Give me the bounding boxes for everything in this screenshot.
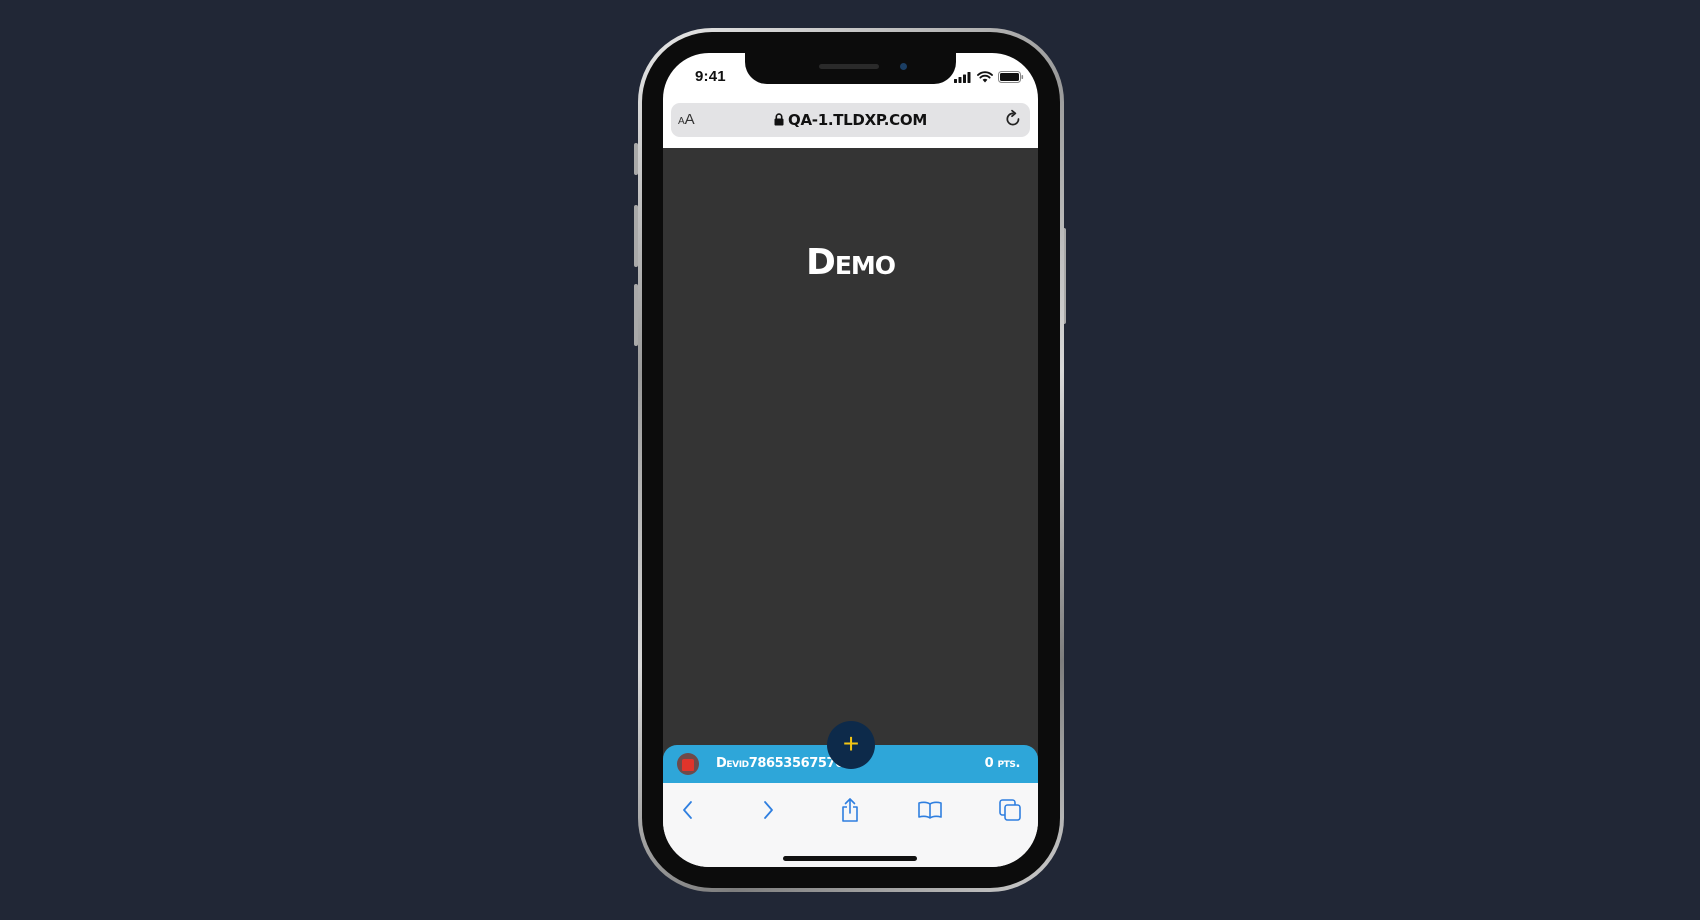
add-button[interactable]: +: [827, 721, 875, 769]
url-text: QA-1.TLDXP.COM: [788, 111, 927, 129]
page-title: Demo: [805, 242, 896, 283]
tabs-icon[interactable]: [995, 795, 1025, 825]
reload-icon[interactable]: [1003, 109, 1023, 134]
points-counter: 0 pts.: [984, 756, 1021, 771]
web-content: Demo: [663, 148, 1038, 791]
address-bar[interactable]: AA QA-1.TLDXP.COM: [671, 103, 1030, 137]
lock-icon: [774, 112, 784, 130]
username: Devid78653567570: [716, 756, 844, 771]
browser-toolbar: [663, 783, 1038, 867]
phone-screen: 9:41 AA QA-1.TLDXP.COM Demo Devid7865356…: [663, 53, 1038, 867]
share-icon[interactable]: [835, 795, 865, 825]
wifi-icon: [977, 70, 993, 88]
bookmarks-icon[interactable]: [915, 795, 945, 825]
url-display[interactable]: QA-1.TLDXP.COM: [671, 111, 1030, 130]
forward-icon[interactable]: [753, 795, 783, 825]
speaker: [819, 64, 879, 69]
avatar[interactable]: [677, 753, 699, 775]
back-icon[interactable]: [673, 795, 703, 825]
shirt-icon: [682, 759, 694, 771]
notch: [745, 53, 956, 84]
home-indicator: [783, 856, 917, 861]
status-icons: [954, 70, 1024, 88]
cellular-signal-icon: [954, 70, 972, 88]
battery-icon: [998, 70, 1024, 88]
status-time: 9:41: [695, 68, 726, 85]
front-camera: [900, 63, 907, 70]
